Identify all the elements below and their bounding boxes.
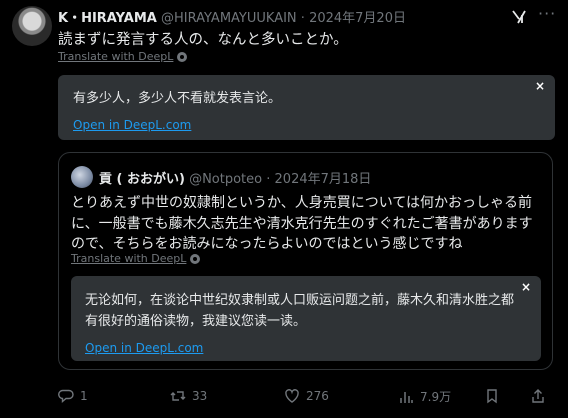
quote-translation-panel: 无论如何，在谈论中世纪奴隶制或人口贩运问题之前，藤木久和清水胜之都有很好的通俗读… xyxy=(71,276,541,361)
reply-count: 1 xyxy=(80,389,88,403)
share-button[interactable] xyxy=(530,388,546,404)
quote-avatar xyxy=(71,166,93,188)
views-icon xyxy=(400,391,413,403)
bookmark-icon xyxy=(487,389,497,404)
quote-author-name: 貢 ( おおがい) xyxy=(99,172,185,187)
quote-header: 貢 ( おおがい) @Notpoteo · 2024年7月18日 xyxy=(99,168,371,187)
retweet-count: 33 xyxy=(192,389,208,403)
quote-date: 2024年7月18日 xyxy=(274,172,372,187)
quote-translation-text: 无论如何，在谈论中世纪奴隶制或人口贩运问题之前，藤木久和清水胜之都有很好的通俗读… xyxy=(85,293,515,329)
like-button[interactable]: 276 xyxy=(284,388,329,404)
author-avatar[interactable] xyxy=(12,6,52,46)
action-bar: 1 33 276 7.9万 xyxy=(58,388,558,408)
reply-button[interactable]: 1 xyxy=(58,388,88,404)
close-icon[interactable]: × xyxy=(521,280,531,294)
views-button[interactable]: 7.9万 xyxy=(398,388,451,405)
translate-with-deepl-link[interactable]: Translate with DeepL xyxy=(58,50,188,63)
quote-translate-with-deepl-link[interactable]: Translate with DeepL xyxy=(71,252,201,265)
quote-text: とりあえず中世の奴隷制というか、人身売買については何かおっしゃる前に、一般書でも… xyxy=(71,195,533,252)
quote-open-in-deepl-link[interactable]: Open in DeepL.com xyxy=(85,341,203,355)
header-separator: · xyxy=(300,11,305,26)
open-in-deepl-link[interactable]: Open in DeepL.com xyxy=(73,118,191,132)
deepl-icon xyxy=(190,254,201,264)
translation-panel: 有多少人，多少人不看就发表言论。 Open in DeepL.com × xyxy=(58,75,555,140)
translation-text: 有多少人，多少人不看就发表言论。 xyxy=(73,91,282,106)
retweet-button[interactable]: 33 xyxy=(170,388,207,404)
more-options-icon[interactable]: ··· xyxy=(538,4,556,23)
heart-icon xyxy=(285,389,299,403)
tweet-header: K・HIRAYAMA @HIRAYAMAYUUKAIN · 2024年7月20日 xyxy=(58,7,406,26)
bookmark-button[interactable] xyxy=(484,388,500,404)
views-count: 7.9万 xyxy=(420,390,452,404)
translate-label: Translate with DeepL xyxy=(58,50,174,63)
quote-translate-label: Translate with DeepL xyxy=(71,252,187,265)
quoted-tweet[interactable]: 貢 ( おおがい) @Notpoteo · 2024年7月18日 とりあえず中世… xyxy=(58,152,553,370)
retweet-icon xyxy=(170,391,186,401)
deepl-icon xyxy=(177,52,188,62)
reply-icon xyxy=(58,389,74,404)
author-name[interactable]: K・HIRAYAMA xyxy=(58,11,157,26)
tweet-date[interactable]: 2024年7月20日 xyxy=(309,11,406,26)
author-handle[interactable]: @HIRAYAMAYUUKAIN xyxy=(161,11,297,26)
share-icon xyxy=(532,389,544,403)
tweet-text: 読まずに発言する人の、なんと多いことか。 xyxy=(58,32,348,48)
grok-icon[interactable] xyxy=(511,9,527,25)
quote-handle: @Notpoteo xyxy=(189,172,263,187)
quote-separator: · xyxy=(266,172,271,187)
like-count: 276 xyxy=(306,389,329,403)
close-icon[interactable]: × xyxy=(535,79,545,93)
